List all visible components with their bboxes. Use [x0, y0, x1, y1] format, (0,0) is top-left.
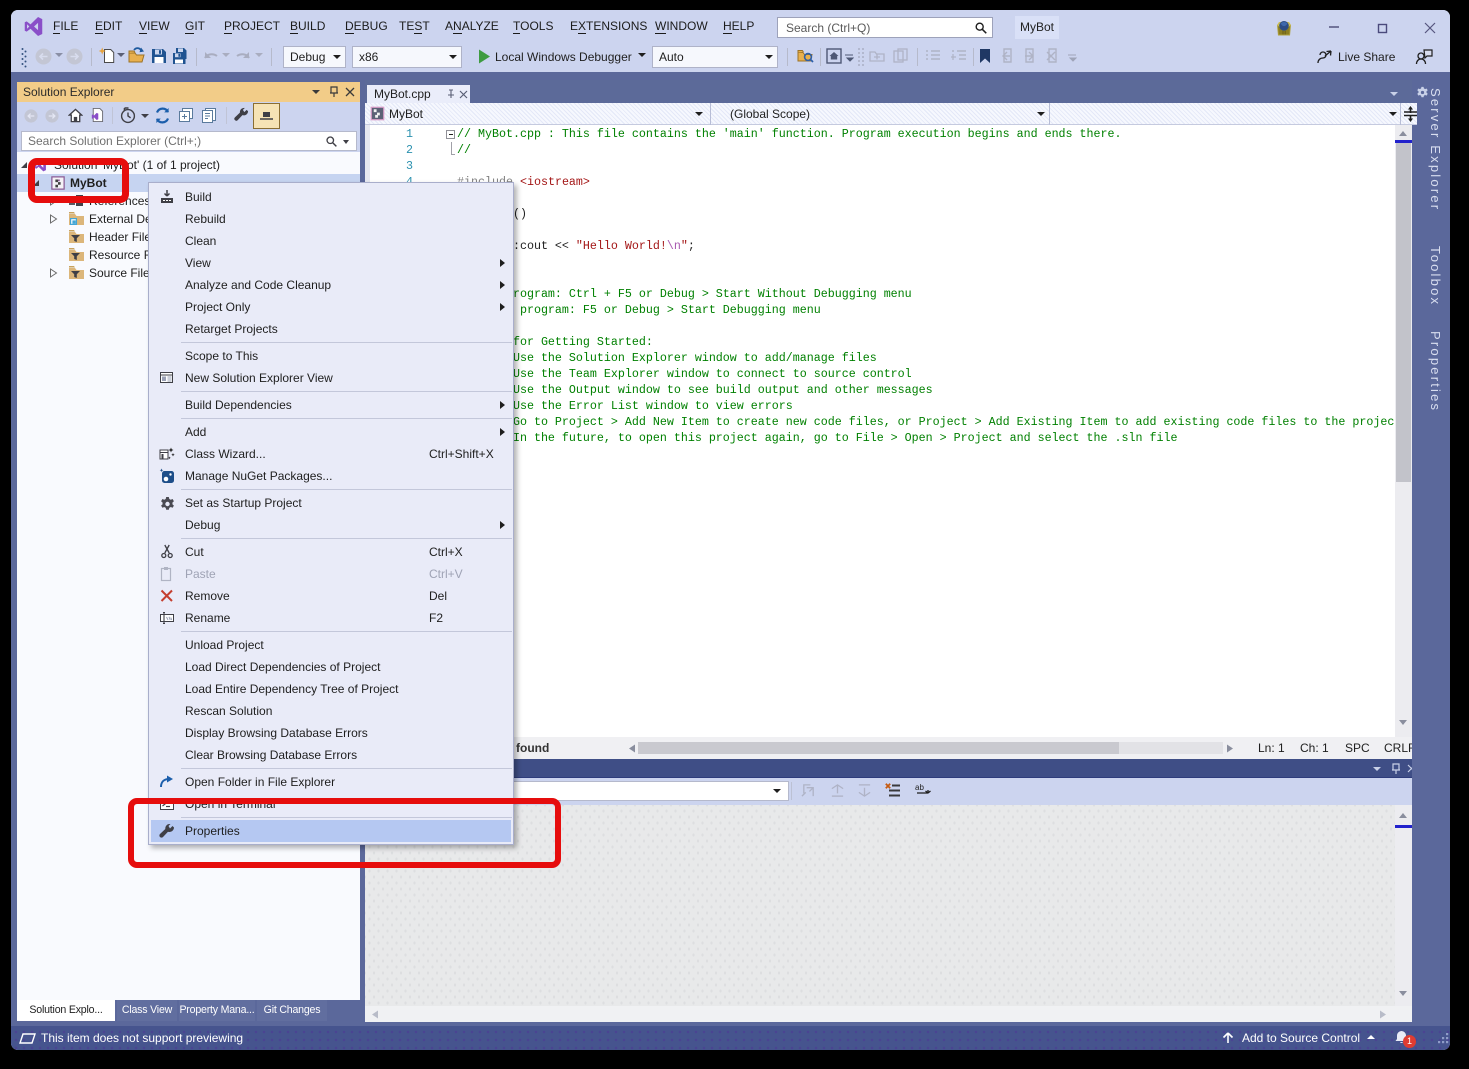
svg-text:ab: ab	[915, 783, 924, 792]
